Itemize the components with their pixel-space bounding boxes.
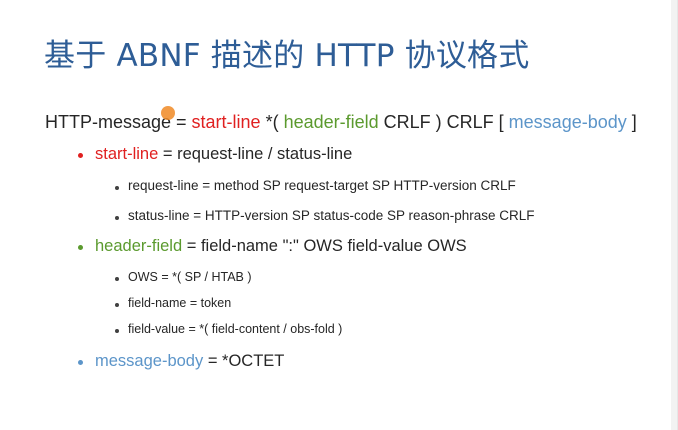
bullet-request-line [115,186,119,190]
bullet-start-line [78,153,83,158]
start-line-definition: = request-line / status-line [158,145,353,163]
status-line-rule: status-line = HTTP-version SP status-cod… [128,208,535,223]
header-field-definition: = field-name ":" OWS field-value OWS [182,237,467,255]
http-message-rule: HTTP-message = start-line *( header-fiel… [45,112,637,133]
ows-rule: OWS = *( SP / HTAB ) [128,270,252,284]
message-body-name: message-body [95,352,204,370]
field-name-rule: field-name = token [128,296,232,310]
start-line-name: start-line [95,145,159,163]
header-field-name: header-field [95,237,183,255]
request-line-rule: request-line = method SP request-target … [128,178,516,193]
start-line-rule: start-line = request-line / status-line [95,145,352,164]
rule-segment-1: *( [260,112,284,132]
pointer-highlight [161,106,175,120]
bullet-header-field [78,245,83,250]
bullet-ows [115,277,119,281]
message-body-rule: message-body = *OCTET [95,352,284,371]
rule-segment-3: ] [626,112,637,132]
bullet-field-value [115,329,119,333]
slide-title: 基于 ABNF 描述的 HTTP 协议格式 [44,38,530,74]
bullet-field-name [115,303,119,307]
window-edge [671,0,677,430]
message-body-definition: = *OCTET [203,352,285,370]
header-field-token: header-field [283,112,379,132]
bullet-message-body [78,360,83,365]
slide: 基于 ABNF 描述的 HTTP 协议格式 HTTP-message = sta… [0,0,678,430]
message-body-token: message-body [508,112,627,132]
start-line-token: start-line [191,112,261,132]
bullet-status-line [115,216,119,220]
rule-segment-2: CRLF ) CRLF [ [378,112,509,132]
http-message-label: HTTP-message [45,112,172,132]
field-value-rule: field-value = *( field-content / obs-fol… [128,322,343,336]
header-field-rule: header-field = field-name ":" OWS field-… [95,237,467,256]
